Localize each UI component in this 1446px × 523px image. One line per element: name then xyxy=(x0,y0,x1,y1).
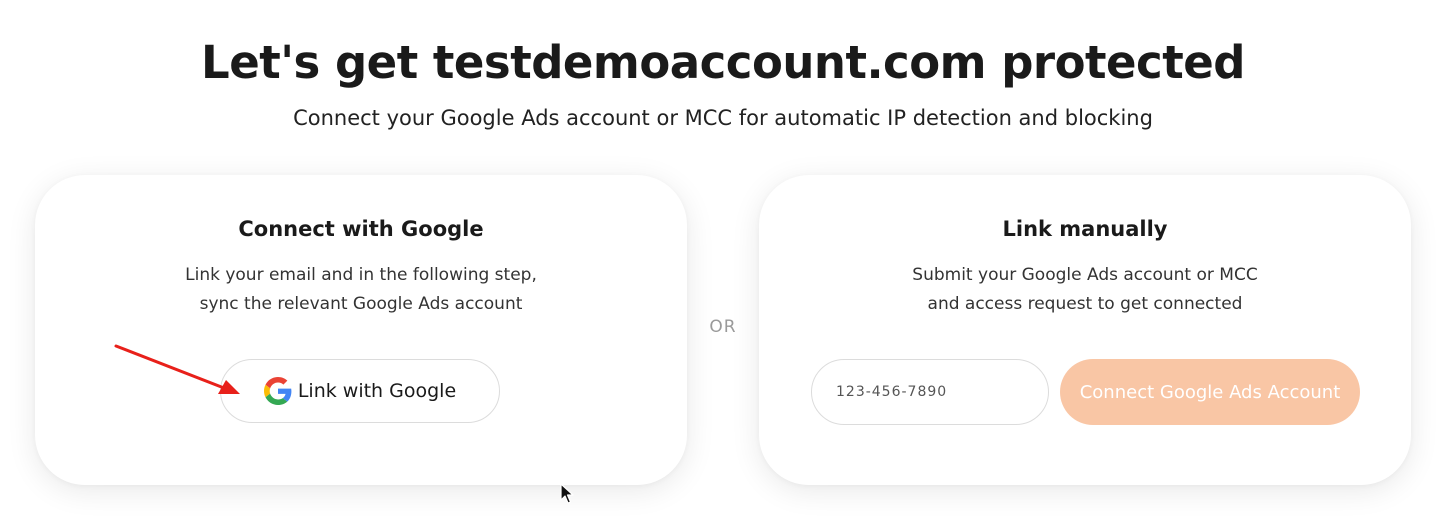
page-subtitle: Connect your Google Ads account or MCC f… xyxy=(293,106,1153,130)
link-with-google-label: Link with Google xyxy=(297,380,457,402)
manual-card-title: Link manually xyxy=(1002,217,1168,241)
google-card-title: Connect with Google xyxy=(238,217,484,241)
google-ads-account-id-input[interactable] xyxy=(811,359,1049,425)
google-card-description: Link your email and in the following ste… xyxy=(35,261,687,319)
connect-with-google-card: Connect with Google Link your email and … xyxy=(35,175,687,485)
connect-google-ads-account-button[interactable]: Connect Google Ads Account xyxy=(1060,359,1360,425)
link-with-google-button[interactable]: Link with Google xyxy=(220,359,500,423)
google-card-desc-line-2: sync the relevant Google Ads account xyxy=(199,294,523,314)
page-title: Let's get testdemoaccount.com protected xyxy=(201,36,1245,89)
google-card-desc-line-1: Link your email and in the following ste… xyxy=(185,265,537,285)
or-separator: OR xyxy=(709,317,737,337)
manual-card-desc-line-2: and access request to get connected xyxy=(927,294,1243,314)
google-g-logo-icon xyxy=(263,377,292,405)
manual-card-description: Submit your Google Ads account or MCC an… xyxy=(759,261,1411,319)
manual-card-desc-line-1: Submit your Google Ads account or MCC xyxy=(912,265,1258,285)
mouse-pointer-icon xyxy=(560,483,574,504)
link-manually-card: Link manually Submit your Google Ads acc… xyxy=(759,175,1411,485)
connect-account-page: Let's get testdemoaccount.com protected … xyxy=(0,0,1446,523)
